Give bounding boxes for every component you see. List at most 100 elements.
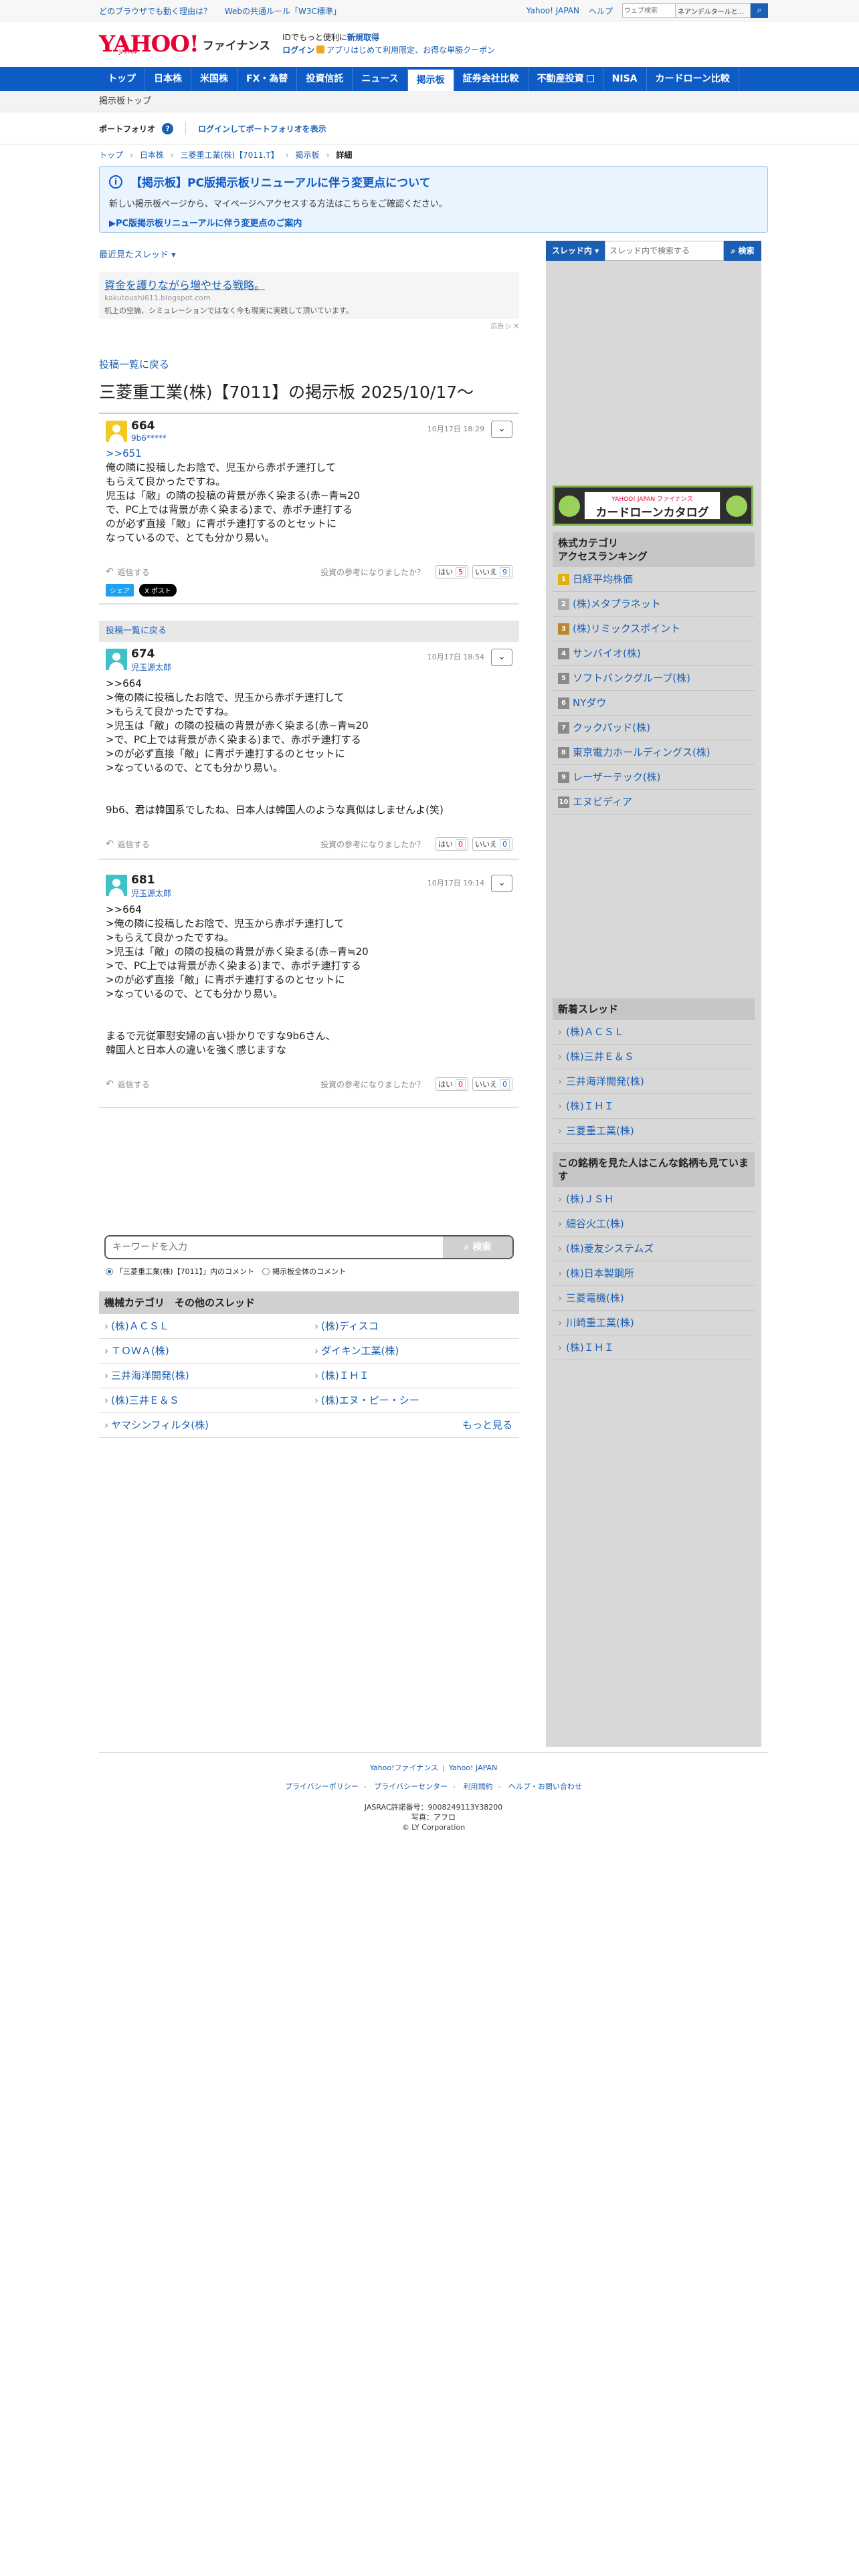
gnav-board[interactable]: 掲示板 — [407, 70, 454, 91]
post-number[interactable]: 674 — [131, 649, 171, 660]
gnav-us-stocks[interactable]: 米国株 — [191, 67, 237, 91]
new-thread-link[interactable]: 三菱重工業(株) — [553, 1119, 755, 1144]
footer-link-terms[interactable]: 利用規約 — [464, 1782, 493, 1791]
ranking-item[interactable]: 1 日経平均株価 — [553, 567, 755, 592]
ranking-item[interactable]: 2 (株)メタプラネット — [553, 592, 755, 617]
vote-no-button[interactable]: いいえ 0 — [472, 1077, 512, 1091]
back-to-list-bar[interactable]: 投稿一覧に戻る — [99, 621, 519, 642]
portfolio-login-link[interactable]: ログインしてポートフォリオを表示 — [198, 123, 326, 134]
gnav-broker-compare[interactable]: 証券会社比較 — [454, 67, 529, 91]
gnav-news[interactable]: ニュース — [353, 67, 408, 91]
new-thread-link[interactable]: (株)ＡＣＳＬ — [553, 1020, 755, 1045]
new-thread-link[interactable]: 三井海洋開発(株) — [553, 1069, 755, 1094]
vote-no-button[interactable]: いいえ 0 — [472, 837, 512, 851]
scope-all-radio[interactable]: 掲示板全体のコメント — [262, 1266, 346, 1277]
new-thread-link[interactable]: (株)三井Ｅ＆Ｓ — [553, 1045, 755, 1069]
ranking-item[interactable]: 7 クックパッド(株) — [553, 716, 755, 740]
keyword-search-button[interactable]: ⌕ 検索 — [443, 1237, 512, 1258]
ranking-item[interactable]: 9 レーザーテック(株) — [553, 765, 755, 790]
yahoo-finance-logo[interactable]: YAHOO! JAPAN ファイナンス — [99, 33, 270, 56]
post-menu-button[interactable]: ⌄ — [491, 421, 512, 438]
vote-yes-button[interactable]: はい 0 — [436, 837, 468, 851]
breadcrumb-top[interactable]: トップ — [99, 144, 123, 166]
login-link[interactable]: ログイン — [282, 45, 314, 55]
notice-title[interactable]: 【掲示板】PC版掲示板リニューアルに伴う変更点について — [130, 173, 431, 190]
more-link[interactable]: もっと見る — [462, 1413, 519, 1437]
post-menu-button[interactable]: ⌄ — [491, 649, 512, 666]
category-thread-link[interactable]: ヤマシンフィルタ(株) — [99, 1413, 462, 1438]
top-link-help[interactable]: ヘルプ — [589, 5, 613, 17]
breadcrumb-board[interactable]: 掲示板 — [296, 144, 320, 166]
gnav-top[interactable]: トップ — [99, 67, 145, 91]
also-viewed-link[interactable]: (株)菱友システムズ — [553, 1237, 755, 1261]
search-icon[interactable]: ⌕ — [751, 3, 768, 18]
thread-search-input[interactable] — [605, 241, 724, 261]
web-search-input[interactable] — [622, 3, 676, 18]
share-button[interactable]: シェア — [106, 584, 134, 597]
vote-no-button[interactable]: いいえ 9 — [472, 565, 512, 578]
category-thread-link[interactable]: (株)エヌ・ピー・シー — [309, 1388, 519, 1413]
ranking-item[interactable]: 4 サンバイオ(株) — [553, 641, 755, 666]
text-ad[interactable]: 資金を護りながら増やせる戦略。 kakutoushi611.blogspot.c… — [99, 272, 519, 319]
category-thread-link[interactable]: (株)ＡＣＳＬ — [99, 1314, 309, 1339]
ad-title[interactable]: 資金を護りながら増やせる戦略。 — [104, 276, 514, 292]
also-viewed-link[interactable]: 三菱電機(株) — [553, 1286, 755, 1311]
footer-link-privacy-center[interactable]: プライバシーセンター — [374, 1782, 448, 1791]
also-viewed-link[interactable]: (株)ＪＳＨ — [553, 1187, 755, 1212]
category-thread-link[interactable]: 三井海洋開発(株) — [99, 1364, 309, 1388]
card-loan-banner[interactable]: YAHOO! JAPAN ファイナンス カードローンカタログ — [553, 486, 753, 526]
gnav-card-loan[interactable]: カードローン比較 — [647, 67, 739, 91]
coupon-link[interactable]: アプリはじめて利用限定、お得な単勝クーポン — [326, 45, 495, 55]
vote-yes-button[interactable]: はい 5 — [436, 565, 468, 578]
new-thread-link[interactable]: (株)ＩＨＩ — [553, 1094, 755, 1119]
ranking-item[interactable]: 6 NYダウ — [553, 691, 755, 716]
top-link-w3c[interactable]: Webの共通ルール「W3C標準」 — [225, 7, 341, 16]
category-thread-link[interactable]: (株)ＩＨＩ — [309, 1364, 519, 1388]
gnav-jp-stocks[interactable]: 日本株 — [145, 67, 191, 91]
post-number[interactable]: 664 — [131, 421, 167, 432]
gnav-real-estate[interactable]: 不動産投資 — [529, 67, 603, 91]
category-thread-link[interactable]: (株)三井Ｅ＆Ｓ — [99, 1388, 309, 1413]
top-link-browser[interactable]: どのブラウザでも動く理由は？ — [99, 7, 211, 16]
category-thread-link[interactable]: ダイキン工業(株) — [309, 1339, 519, 1364]
breadcrumb-stock[interactable]: 三菱重工業(株)【7011.T】 — [181, 144, 279, 166]
gnav-funds[interactable]: 投資信託 — [297, 67, 353, 91]
also-viewed-link[interactable]: (株)ＩＨＩ — [553, 1335, 755, 1360]
also-viewed-link[interactable]: (株)日本製鋼所 — [553, 1261, 755, 1286]
back-to-list-link[interactable]: 投稿一覧に戻る — [99, 357, 519, 371]
post-number[interactable]: 681 — [131, 875, 171, 886]
gnav-fx[interactable]: FX・為替 — [237, 67, 298, 91]
ranking-item[interactable]: 8 東京電力ホールディングス(株) — [553, 740, 755, 765]
footer-link-privacy[interactable]: プライバシーポリシー — [285, 1782, 359, 1791]
thread-search-button[interactable]: ⌕ 検索 — [724, 241, 761, 261]
board-top-link[interactable]: 掲示板トップ — [99, 96, 151, 106]
close-icon[interactable]: ✕ — [514, 323, 519, 330]
web-search-suggest[interactable]: ネアンデルタールと... — [676, 3, 751, 18]
signup-link[interactable]: 新規取得 — [347, 33, 379, 42]
post-user[interactable]: 9b6***** — [131, 433, 167, 443]
scope-thread-radio[interactable]: 「三菱重工業(株)【7011】」内のコメント — [106, 1266, 254, 1277]
notice-link[interactable]: ▶PC版掲示板リニューアルに伴う変更点のご案内 — [109, 216, 758, 229]
also-viewed-link[interactable]: 細谷火工(株) — [553, 1212, 755, 1237]
footer-link-finance[interactable]: Yahoo!ファイナンス — [370, 1763, 438, 1772]
post-user[interactable]: 児玉源太郎 — [131, 661, 171, 673]
category-thread-link[interactable]: (株)ディスコ — [309, 1314, 519, 1339]
vote-yes-button[interactable]: はい 0 — [436, 1077, 468, 1091]
ranking-item[interactable]: 10 エヌビディア — [553, 790, 755, 815]
footer-link-help[interactable]: ヘルプ・お問い合わせ — [508, 1782, 582, 1791]
x-post-button[interactable]: X ポスト — [139, 584, 177, 597]
ranking-item[interactable]: 5 ソフトバンクグループ(株) — [553, 666, 755, 691]
also-viewed-link[interactable]: 川崎重工業(株) — [553, 1311, 755, 1335]
reply-button[interactable]: ↶ 返信する — [106, 566, 150, 578]
thread-search-scope[interactable]: スレッド内 ▾ — [546, 241, 605, 261]
keyword-search-input[interactable] — [106, 1237, 443, 1258]
footer-link-yahoo[interactable]: Yahoo! JAPAN — [449, 1763, 498, 1772]
post-user[interactable]: 児玉源太郎 — [131, 887, 171, 899]
post-anchor-link[interactable]: >>651 — [106, 447, 142, 459]
breadcrumb-jp-stocks[interactable]: 日本株 — [140, 144, 164, 166]
gnav-nisa[interactable]: NISA — [603, 67, 647, 91]
top-link-yahoo-japan[interactable]: Yahoo! JAPAN — [527, 6, 579, 15]
reply-button[interactable]: ↶ 返信する — [106, 1079, 150, 1090]
ranking-item[interactable]: 3 (株)リミックスポイント — [553, 617, 755, 641]
post-menu-button[interactable]: ⌄ — [491, 875, 512, 892]
